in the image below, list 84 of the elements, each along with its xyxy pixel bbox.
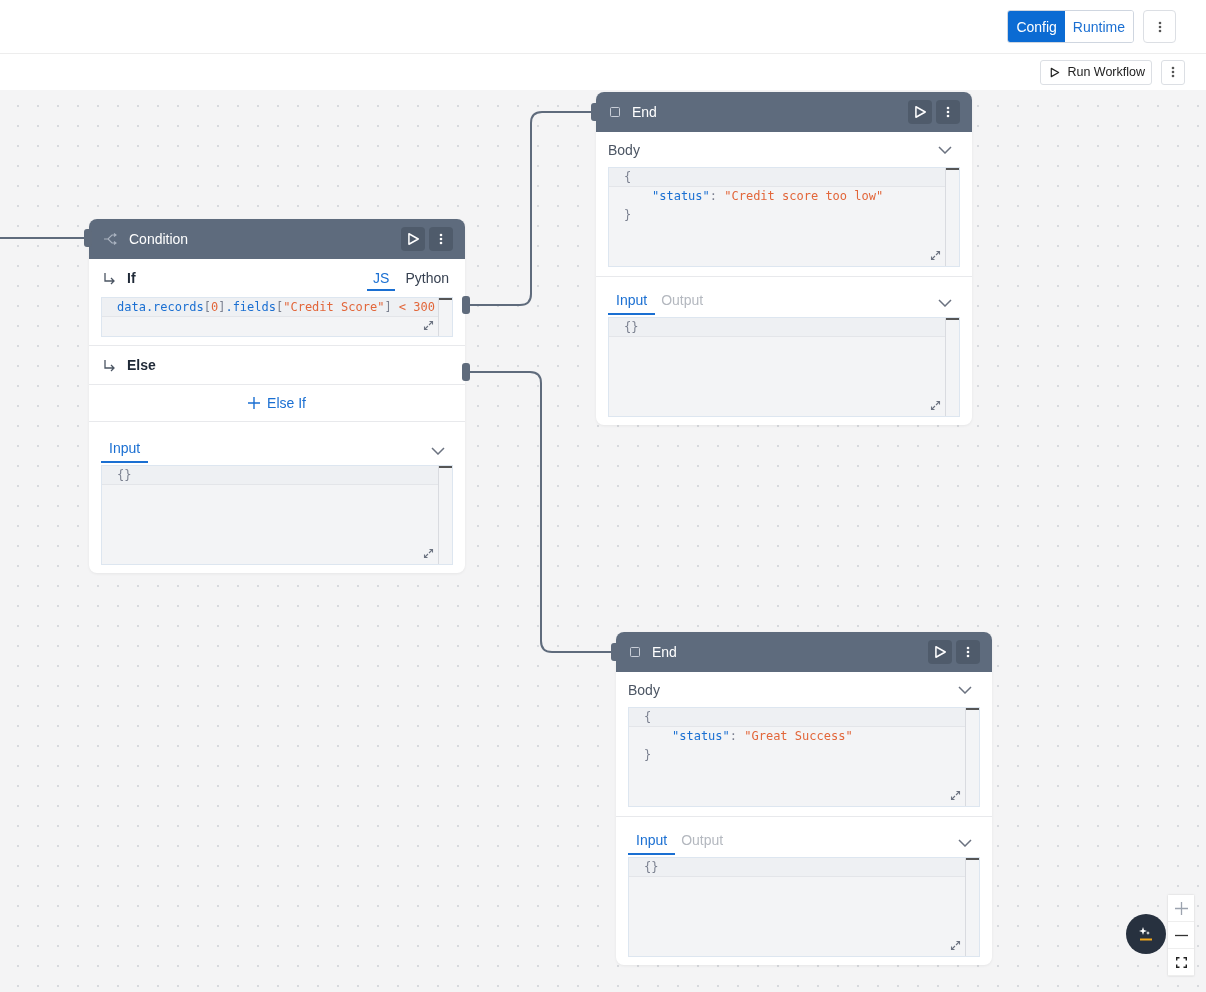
branch-icon [103,233,117,245]
code-editor[interactable]: {} [608,317,960,417]
play-icon [406,232,420,246]
node-header[interactable]: Condition [89,219,465,259]
scrollbar-thumb[interactable] [439,298,452,300]
branch-arrow-icon [103,271,116,285]
expand-icon[interactable] [950,940,961,951]
plus-icon [248,397,261,409]
code-editor[interactable]: { "status": "Great Success" } [628,707,980,807]
scrollbar-thumb[interactable] [966,708,979,710]
node-header[interactable]: End [616,632,992,672]
scrollbar-thumb[interactable] [966,858,979,860]
tab[interactable]: JS [367,265,396,291]
fit-view-button[interactable] [1168,949,1194,976]
expand-icon[interactable] [950,790,961,801]
connection-handle[interactable] [591,103,599,121]
code-line: {} [624,319,639,336]
play-icon [913,105,927,119]
chevron-down-icon[interactable] [938,299,952,307]
chevron-down-icon[interactable] [958,685,972,694]
scrollbar-thumb[interactable] [946,318,959,320]
code-editor[interactable]: data.records[0].fields["Credit Score"] < 300 [101,297,453,337]
branch-label: Else [127,357,157,373]
zoom-in-button[interactable] [1168,895,1194,922]
branch-label: If [127,270,137,286]
run-node-button[interactable] [401,227,425,251]
tab[interactable]: Config [1008,11,1065,42]
more-button[interactable] [956,640,980,664]
code-line: { [624,169,632,186]
code-line: "status": "Credit score too low" [651,188,884,205]
code-line: } [644,747,652,764]
more-icon [439,233,443,245]
assistant-button[interactable] [1126,914,1166,954]
expand-icon[interactable] [423,320,434,331]
scrollbar-thumb[interactable] [439,466,452,468]
more-button[interactable] [936,100,960,124]
chevron-down-icon[interactable] [431,447,445,455]
tab[interactable]: Input [101,440,149,463]
square-icon [610,107,620,117]
code-line: {} [644,859,659,876]
code-editor[interactable]: { "status": "Credit score too low" } [608,167,960,267]
more-icon [966,646,970,658]
more-icon [1171,66,1175,78]
expand-icon[interactable] [930,400,941,411]
fullscreen-icon [1175,956,1187,968]
play-icon [933,645,947,659]
more-icon [946,106,950,118]
square-icon [630,647,640,657]
chevron-down-icon[interactable] [958,839,972,847]
connection-handle[interactable] [462,296,470,314]
expand-icon[interactable] [423,548,434,559]
play-icon [1049,66,1061,78]
code-line: } [624,207,632,224]
plus-icon [1174,901,1188,915]
section-label: Body [628,681,660,698]
tab[interactable]: Input [628,832,676,855]
connection-handle[interactable] [462,363,470,381]
node-title: End [652,644,678,660]
chevron-down-icon[interactable] [938,145,952,154]
branch-arrow-icon [103,358,116,372]
scrollbar-thumb[interactable] [946,168,959,170]
sparkle-icon [1138,926,1154,942]
code-line: {} [117,467,132,484]
connection-handle[interactable] [84,229,92,247]
more-button[interactable] [429,227,453,251]
connection-handle[interactable] [611,643,619,661]
run-node-button[interactable] [928,640,952,664]
code-line: { [644,709,652,726]
code-editor[interactable]: {} [101,465,453,565]
tab[interactable]: Python [401,265,453,291]
expand-icon[interactable] [930,250,941,261]
run-node-button[interactable] [908,100,932,124]
node-title: End [632,104,658,120]
minus-icon [1174,933,1188,937]
node-header[interactable]: End [596,92,972,132]
node-title: Condition [129,231,190,247]
add-else-if-button[interactable]: Else If [244,393,310,413]
code-line: "status": "Great Success" [671,728,853,745]
code-line: data.records[0].fields["Credit Score"] < 300 [117,299,435,316]
more-icon [1157,20,1162,33]
run-workflow-button[interactable]: Run Workflow [1040,59,1152,85]
section-label: Body [608,141,640,158]
tab[interactable]: Input [608,292,656,315]
code-editor[interactable]: {} [628,857,980,957]
